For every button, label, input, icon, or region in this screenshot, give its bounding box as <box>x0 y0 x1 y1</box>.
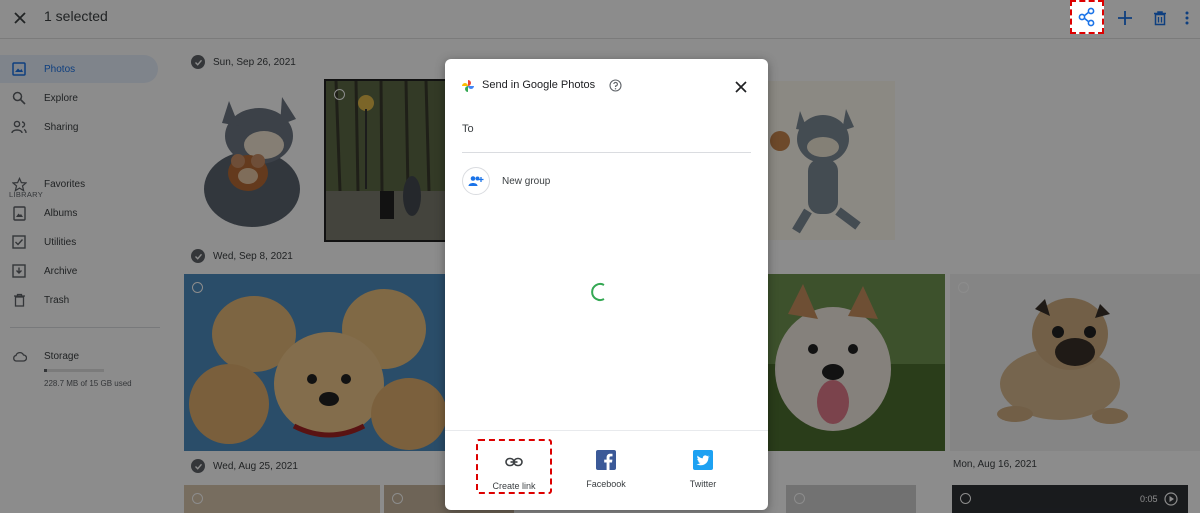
add-group-icon <box>468 176 484 186</box>
twitter-share-button[interactable]: Twitter <box>665 439 741 494</box>
share-options-divider <box>445 430 768 431</box>
share-icon <box>1078 7 1095 27</box>
send-dialog: Send in Google Photos To New group Creat… <box>445 59 768 510</box>
to-field-label[interactable]: To <box>462 123 474 135</box>
facebook-label: Facebook <box>586 479 626 489</box>
facebook-icon <box>596 449 616 471</box>
new-group-icon[interactable] <box>462 167 490 195</box>
facebook-share-button[interactable]: Facebook <box>568 439 644 494</box>
create-link-label: Create link <box>492 481 536 491</box>
loading-spinner <box>591 283 605 301</box>
to-field-underline <box>462 152 751 153</box>
dialog-close-button[interactable] <box>729 75 753 99</box>
dialog-title: Send in Google Photos <box>482 79 596 91</box>
share-button-highlight[interactable] <box>1070 0 1104 34</box>
google-photos-logo-icon <box>462 80 474 92</box>
close-icon <box>735 81 747 93</box>
twitter-icon <box>693 449 713 471</box>
twitter-label: Twitter <box>689 479 717 489</box>
new-group-label[interactable]: New group <box>502 176 550 187</box>
help-icon[interactable] <box>609 79 622 92</box>
create-link-button[interactable]: Create link <box>476 439 552 494</box>
link-icon <box>505 451 523 473</box>
